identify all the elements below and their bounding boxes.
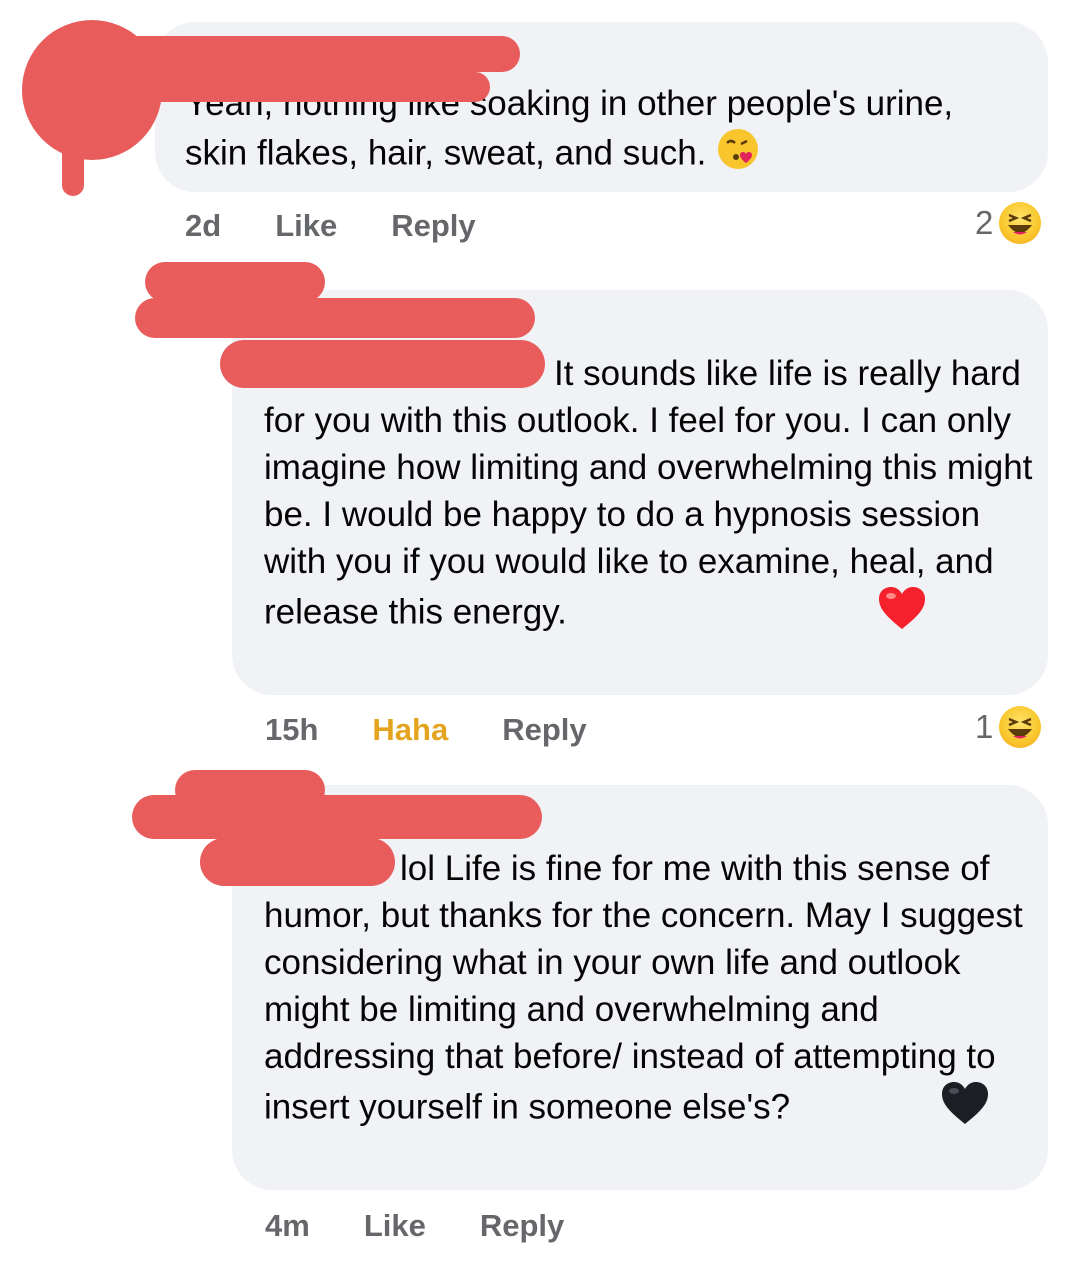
red-heart-emoji [587, 585, 927, 643]
reply-button[interactable]: Reply [391, 208, 475, 244]
comment-meta-3: 4m Like Reply [265, 1208, 618, 1244]
like-button[interactable]: Like [275, 208, 337, 244]
comment-text-3: lol Life is fine for me with this sense … [264, 845, 1034, 1138]
comment-meta-2: 15h Haha Reply [265, 712, 641, 748]
reaction-count: 2 [975, 204, 994, 241]
reaction-summary-2[interactable]: 1 [975, 706, 1042, 748]
comment-time[interactable]: 4m [265, 1208, 310, 1244]
haha-icon [999, 202, 1042, 244]
haha-reaction-button[interactable]: Haha [372, 712, 448, 748]
reply-button[interactable]: Reply [502, 712, 586, 748]
comment-meta-1: 2d Like Reply [185, 208, 530, 244]
reply-button[interactable]: Reply [480, 1208, 564, 1244]
comment-time[interactable]: 15h [265, 712, 318, 748]
reaction-summary-1[interactable]: 2 [975, 202, 1042, 244]
haha-icon [999, 706, 1042, 748]
kiss-heart-emoji [716, 127, 760, 183]
reaction-count: 1 [975, 708, 994, 745]
like-button[interactable]: Like [364, 1208, 426, 1244]
comment-time[interactable]: 2d [185, 208, 221, 244]
black-heart-emoji [804, 1080, 990, 1138]
comment-text-2: It sounds like life is really hard for y… [264, 350, 1034, 643]
